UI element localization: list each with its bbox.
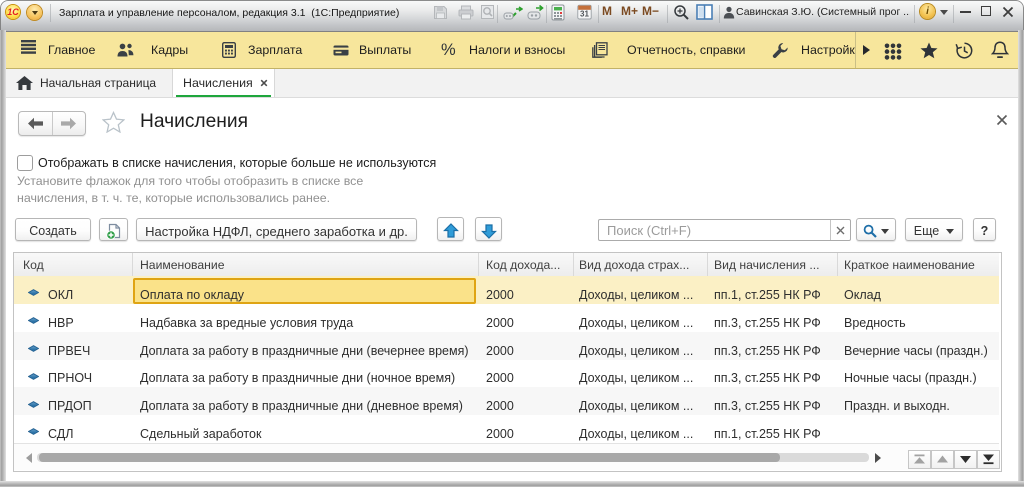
svg-text:31: 31	[580, 10, 589, 19]
